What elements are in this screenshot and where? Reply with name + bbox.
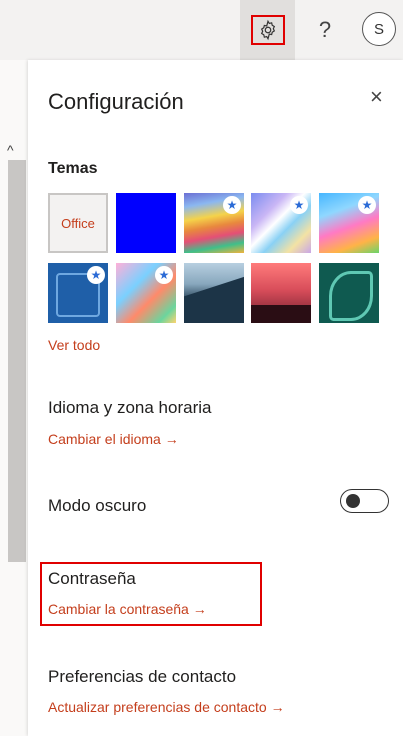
chevron-up-icon[interactable]: ^ xyxy=(7,142,14,158)
star-icon: ★ xyxy=(87,266,105,284)
theme-office[interactable]: Office xyxy=(48,193,108,253)
settings-button[interactable] xyxy=(240,0,295,60)
theme-office-label: Office xyxy=(61,215,95,231)
theme-silk[interactable]: ★ xyxy=(251,193,311,253)
toggle-knob xyxy=(346,494,360,508)
contact-preferences-title: Preferencias de contacto xyxy=(48,667,237,686)
scrollbar[interactable] xyxy=(8,160,26,562)
star-icon: ★ xyxy=(358,196,376,214)
theme-dragon[interactable]: ★ xyxy=(319,193,379,253)
language-title: Idioma y zona horaria xyxy=(48,398,212,417)
see-all-themes-link[interactable]: Ver todo xyxy=(48,337,100,353)
theme-rainbow[interactable]: ★ xyxy=(184,193,244,253)
change-language-link[interactable]: Cambiar el idioma → xyxy=(48,431,179,447)
page-title: Configuración xyxy=(48,89,184,114)
theme-basketball[interactable]: ★ xyxy=(48,263,108,323)
top-bar: ? S xyxy=(0,0,403,60)
password-title: Contraseña xyxy=(48,569,136,588)
themes-title: Temas xyxy=(48,160,98,177)
background-scroll-area: ^ xyxy=(0,60,28,736)
star-icon: ★ xyxy=(223,196,241,214)
settings-highlight-box xyxy=(251,15,285,45)
avatar[interactable]: S xyxy=(362,12,396,46)
theme-palms[interactable] xyxy=(251,263,311,323)
theme-mountain[interactable] xyxy=(184,263,244,323)
dark-mode-title: Modo oscuro xyxy=(48,496,147,515)
close-button[interactable]: × xyxy=(370,84,383,110)
help-button[interactable]: ? xyxy=(308,12,342,48)
theme-blue[interactable] xyxy=(116,193,176,253)
change-password-link[interactable]: Cambiar la contraseña → xyxy=(48,601,207,617)
update-contact-preferences-link[interactable]: Actualizar preferencias de contacto → xyxy=(48,699,285,715)
theme-pink[interactable]: ★ xyxy=(116,263,176,323)
dark-mode-toggle[interactable] xyxy=(340,489,389,513)
settings-panel: Configuración × Temas Office ★ ★ ★ ★ ★ V… xyxy=(28,60,403,736)
star-icon: ★ xyxy=(290,196,308,214)
theme-circuit[interactable] xyxy=(319,263,379,323)
star-icon: ★ xyxy=(155,266,173,284)
